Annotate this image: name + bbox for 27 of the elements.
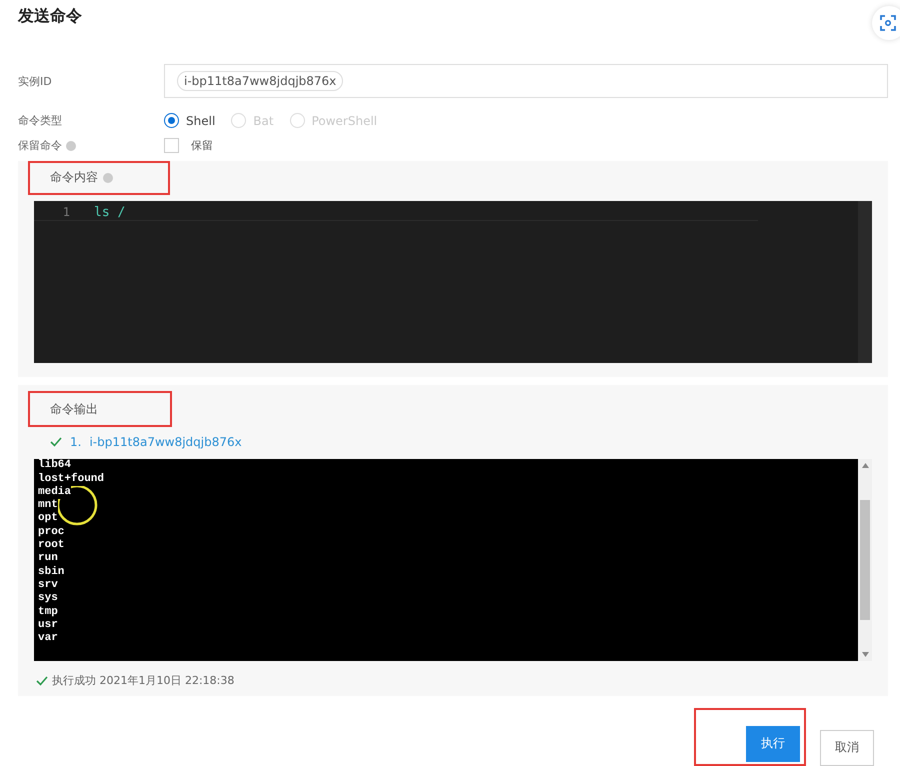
code-editor[interactable]: 1 ls / bbox=[34, 200, 872, 363]
line-number: 1 bbox=[62, 205, 71, 220]
code-line: ls / bbox=[94, 204, 126, 220]
cancel-button[interactable]: 取消 bbox=[820, 730, 874, 766]
instance-field[interactable]: i-bp11t8a7ww8jdqjb876x bbox=[164, 64, 888, 98]
field-label: 保留命令 bbox=[18, 138, 62, 154]
dialog-title: 发送命令 bbox=[18, 6, 82, 27]
status-text: 执行成功 2021年1月10日 22:18:38 bbox=[52, 673, 234, 688]
section-heading: 命令输出 bbox=[50, 400, 98, 418]
scroll-up-icon[interactable] bbox=[862, 463, 868, 468]
section-heading: 命令内容 bbox=[50, 169, 98, 186]
scroll-down-icon[interactable] bbox=[862, 652, 868, 658]
instance-index: 1. bbox=[70, 435, 82, 450]
execute-button[interactable]: 执行 bbox=[746, 726, 800, 762]
checkbox[interactable] bbox=[164, 138, 179, 154]
radio-option[interactable]: Shell bbox=[164, 113, 216, 128]
help-icon bbox=[66, 140, 76, 151]
instance-tag[interactable]: i-bp11t8a7ww8jdqjb876x bbox=[177, 71, 344, 92]
scrollbar[interactable] bbox=[858, 459, 872, 662]
field-label: 实例ID bbox=[18, 74, 53, 89]
scan-button[interactable] bbox=[872, 6, 900, 40]
help-icon bbox=[103, 172, 113, 183]
scan-icon bbox=[880, 15, 896, 31]
field-label: 命令类型 bbox=[18, 113, 63, 128]
checkbox-label: 保留 bbox=[191, 138, 213, 154]
check-icon bbox=[36, 676, 48, 686]
check-icon bbox=[50, 437, 62, 448]
